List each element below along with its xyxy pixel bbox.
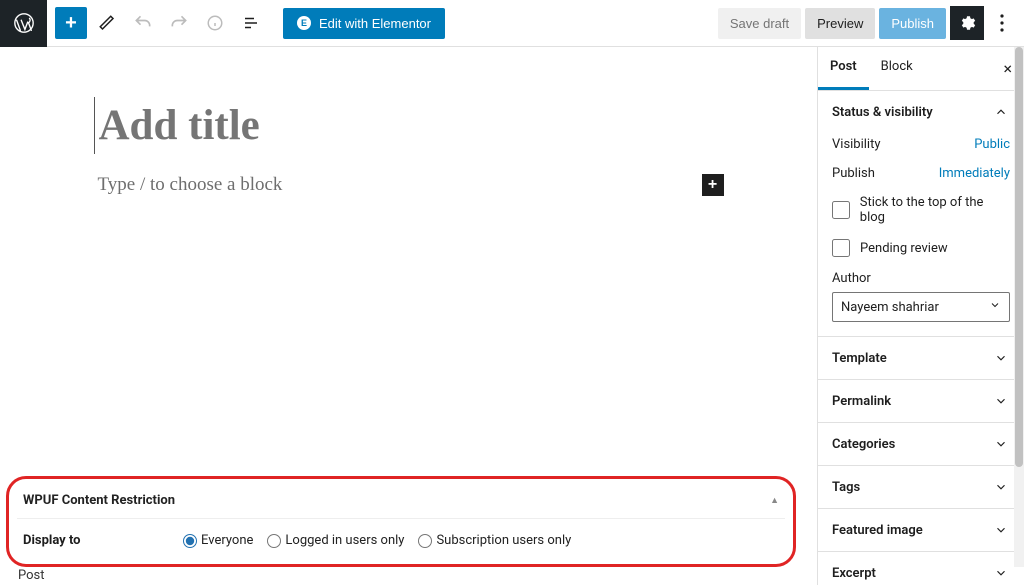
radio-everyone-input[interactable] bbox=[183, 534, 197, 548]
panel-excerpt-title: Excerpt bbox=[832, 566, 876, 581]
outline-button[interactable] bbox=[235, 7, 267, 39]
panel-featured-head[interactable]: Featured image bbox=[818, 509, 1024, 551]
elementor-button[interactable]: E Edit with Elementor bbox=[283, 8, 445, 39]
redo-button bbox=[163, 7, 195, 39]
tab-post[interactable]: Post bbox=[818, 47, 869, 90]
stick-top-label: Stick to the top of the blog bbox=[860, 195, 1010, 225]
panel-categories-head[interactable]: Categories bbox=[818, 423, 1024, 465]
toolbar-right: Save draft Preview Publish bbox=[718, 6, 1016, 40]
pending-review-checkbox[interactable] bbox=[832, 239, 850, 257]
wpuf-content-restriction-metabox: WPUF Content Restriction ▲ Display to Ev… bbox=[6, 476, 796, 567]
tab-block[interactable]: Block bbox=[869, 47, 925, 90]
chevron-down-icon bbox=[992, 435, 1010, 453]
more-options-button[interactable] bbox=[988, 6, 1016, 40]
metabox-collapse-icon: ▲ bbox=[770, 495, 779, 506]
panel-template: Template bbox=[818, 337, 1024, 380]
panel-tags: Tags bbox=[818, 466, 1024, 509]
scrollbar-thumb[interactable] bbox=[1015, 47, 1023, 467]
panel-tags-head[interactable]: Tags bbox=[818, 466, 1024, 508]
publish-button[interactable]: Publish bbox=[879, 8, 946, 39]
author-value: Nayeem shahriar bbox=[841, 300, 939, 315]
block-placeholder-text: Type / to choose a block bbox=[98, 174, 283, 196]
metabox-header[interactable]: WPUF Content Restriction ▲ bbox=[17, 489, 785, 519]
chevron-down-icon bbox=[992, 392, 1010, 410]
chevron-down-icon bbox=[992, 564, 1010, 582]
radio-subscription-label: Subscription users only bbox=[436, 533, 571, 548]
chevron-down-icon bbox=[989, 299, 1001, 315]
author-label: Author bbox=[832, 271, 1010, 286]
save-draft-button[interactable]: Save draft bbox=[718, 8, 801, 39]
visibility-label: Visibility bbox=[832, 137, 881, 152]
chevron-down-icon bbox=[992, 521, 1010, 539]
panel-excerpt: Excerpt bbox=[818, 552, 1024, 585]
author-select[interactable]: Nayeem shahriar bbox=[832, 292, 1010, 322]
elementor-label: Edit with Elementor bbox=[319, 16, 431, 31]
editor-canvas: Type / to choose a block + G WPUF Conten… bbox=[0, 47, 817, 585]
panel-tags-title: Tags bbox=[832, 480, 860, 495]
radio-everyone-label: Everyone bbox=[201, 533, 253, 548]
radio-subscription[interactable]: Subscription users only bbox=[418, 533, 571, 548]
block-placeholder[interactable]: Type / to choose a block + bbox=[94, 174, 724, 196]
editor-wrap: Type / to choose a block + G bbox=[94, 97, 724, 196]
panel-template-title: Template bbox=[832, 351, 887, 366]
radio-logged-in[interactable]: Logged in users only bbox=[267, 533, 404, 548]
panel-categories-title: Categories bbox=[832, 437, 895, 452]
scrollbar-track[interactable] bbox=[1014, 47, 1024, 567]
panel-featured-title: Featured image bbox=[832, 523, 923, 538]
info-button bbox=[199, 7, 231, 39]
panel-permalink-head[interactable]: Permalink bbox=[818, 380, 1024, 422]
radio-subscription-input[interactable] bbox=[418, 534, 432, 548]
toolbar-left: + E Edit with Elementor bbox=[55, 7, 445, 39]
pending-review-label: Pending review bbox=[860, 241, 948, 256]
chevron-up-icon bbox=[992, 103, 1010, 121]
add-block-inline-button[interactable]: + bbox=[702, 174, 724, 196]
elementor-icon: E bbox=[297, 16, 311, 30]
wordpress-logo[interactable] bbox=[0, 0, 47, 47]
display-to-label: Display to bbox=[23, 533, 173, 548]
top-toolbar: + E Edit with Elementor Save draft Previ… bbox=[0, 0, 1024, 47]
main-area: Type / to choose a block + G WPUF Conten… bbox=[0, 47, 1024, 585]
visibility-value[interactable]: Public bbox=[974, 137, 1010, 152]
panel-permalink: Permalink bbox=[818, 380, 1024, 423]
metabox-title: WPUF Content Restriction bbox=[23, 493, 175, 508]
stick-top-row[interactable]: Stick to the top of the blog bbox=[832, 195, 1010, 225]
panel-excerpt-head[interactable]: Excerpt bbox=[818, 552, 1024, 585]
metabox-display-to-row: Display to Everyone Logged in users only… bbox=[17, 519, 785, 548]
panel-template-head[interactable]: Template bbox=[818, 337, 1024, 379]
publish-label: Publish bbox=[832, 166, 875, 181]
visibility-row: Visibility Public bbox=[832, 137, 1010, 152]
radio-everyone[interactable]: Everyone bbox=[183, 533, 253, 548]
panel-status-body: Visibility Public Publish Immediately St… bbox=[818, 133, 1024, 336]
stick-top-checkbox[interactable] bbox=[832, 201, 850, 219]
settings-sidebar: Post Block × Status & visibility Visibil… bbox=[817, 47, 1024, 585]
chevron-down-icon bbox=[992, 349, 1010, 367]
pending-review-row[interactable]: Pending review bbox=[832, 239, 1010, 257]
panel-categories: Categories bbox=[818, 423, 1024, 466]
panel-status-head[interactable]: Status & visibility bbox=[818, 91, 1024, 133]
footer-post-label: Post bbox=[18, 568, 45, 583]
edit-mode-button[interactable] bbox=[91, 7, 123, 39]
settings-button[interactable] bbox=[950, 6, 984, 40]
panel-status-visibility: Status & visibility Visibility Public Pu… bbox=[818, 91, 1024, 337]
post-title-input[interactable] bbox=[94, 97, 724, 154]
undo-button bbox=[127, 7, 159, 39]
radio-logged-in-label: Logged in users only bbox=[285, 533, 404, 548]
sidebar-tabs: Post Block × bbox=[818, 47, 1024, 91]
panel-featured-image: Featured image bbox=[818, 509, 1024, 552]
publish-row: Publish Immediately bbox=[832, 166, 1010, 181]
panel-status-title: Status & visibility bbox=[832, 105, 933, 120]
panel-permalink-title: Permalink bbox=[832, 394, 891, 409]
add-block-button[interactable]: + bbox=[55, 7, 87, 39]
preview-button[interactable]: Preview bbox=[805, 8, 875, 39]
publish-value[interactable]: Immediately bbox=[939, 166, 1010, 181]
radio-logged-in-input[interactable] bbox=[267, 534, 281, 548]
chevron-down-icon bbox=[992, 478, 1010, 496]
